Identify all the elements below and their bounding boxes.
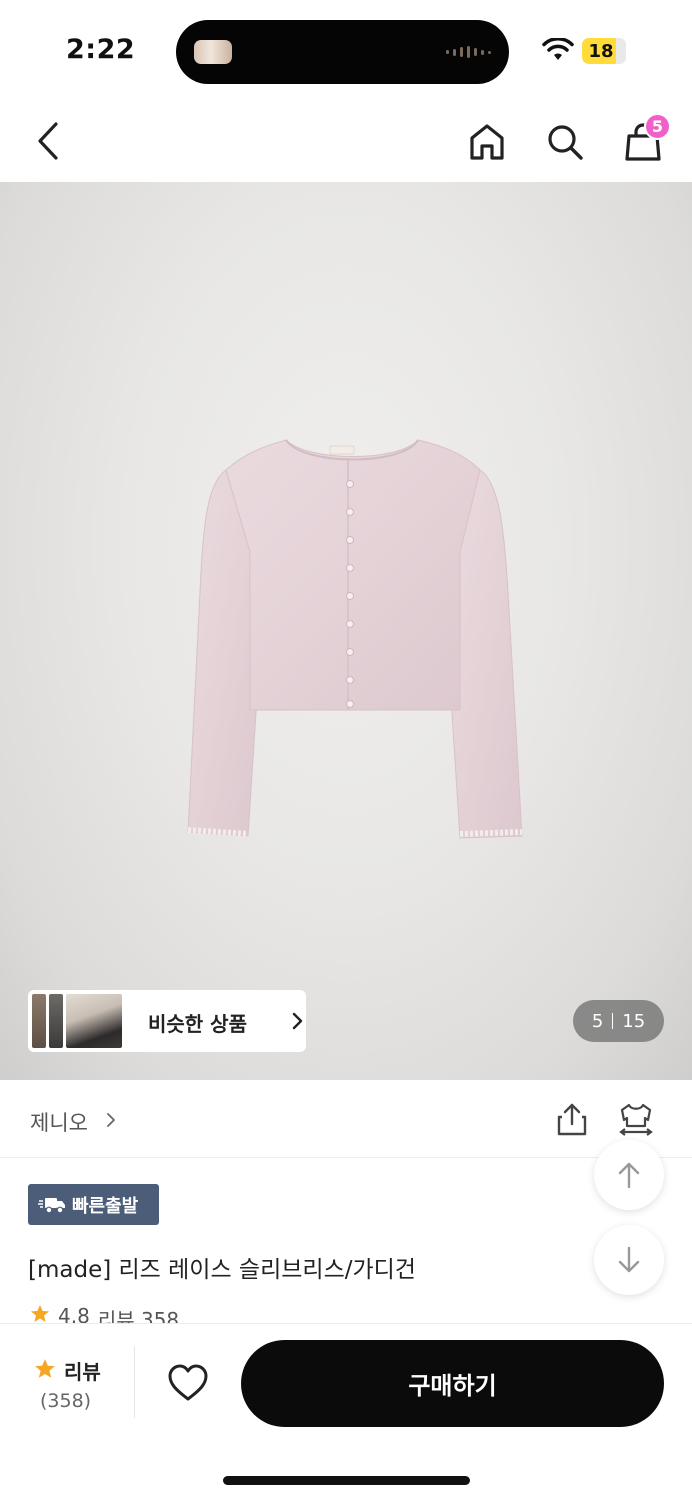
review-button[interactable]: 리뷰 (358) <box>24 1356 134 1418</box>
status-bar: 2:22 18 <box>0 0 692 100</box>
similar-products-button[interactable]: 비슷한 상품 <box>28 990 306 1052</box>
top-nav: 5 <box>0 100 692 182</box>
product-image-gallery[interactable]: 비슷한 상품 5 15 <box>0 182 692 1080</box>
image-page-indicator: 5 15 <box>573 1000 664 1042</box>
product-photo-cardigan <box>187 439 523 839</box>
scroll-down-button[interactable] <box>594 1225 664 1295</box>
wifi-icon <box>542 38 574 60</box>
fast-shipping-label: 빠른출발 <box>72 1195 139 1217</box>
review-count: (358) <box>40 1390 92 1412</box>
buy-button[interactable]: 구매하기 <box>241 1340 664 1427</box>
share-icon[interactable] <box>556 1102 588 1136</box>
divider <box>134 1346 135 1418</box>
dynamic-island <box>176 20 509 84</box>
heart-icon[interactable] <box>166 1362 210 1406</box>
brand-row: 제니오 <box>0 1080 692 1158</box>
brand-name-link[interactable]: 제니오 <box>30 1107 88 1137</box>
battery-indicator: 18 <box>582 38 626 64</box>
cart-count-badge: 5 <box>644 113 671 140</box>
status-time: 2:22 <box>66 34 136 65</box>
truck-icon <box>38 1197 65 1213</box>
battery-level: 18 <box>588 40 614 62</box>
hanger-icon[interactable] <box>618 1102 654 1136</box>
home-indicator[interactable] <box>223 1476 470 1485</box>
bottom-action-bar: 리뷰 (358) 구매하기 <box>0 1323 692 1500</box>
search-icon[interactable] <box>546 122 584 162</box>
audio-wave-icon <box>446 46 491 58</box>
fast-shipping-badge: 빠른출발 <box>28 1184 159 1225</box>
similar-products-thumbnails <box>32 994 126 1048</box>
star-icon <box>35 1359 55 1378</box>
scroll-up-button[interactable] <box>594 1140 664 1210</box>
total-pages: 15 <box>622 1010 646 1032</box>
home-icon[interactable] <box>468 122 506 162</box>
arrow-down-icon <box>618 1246 640 1273</box>
star-icon <box>31 1305 49 1322</box>
now-playing-thumbnail <box>194 40 232 64</box>
similar-products-label: 비슷한 상품 <box>148 1012 247 1036</box>
chevron-right-icon[interactable] <box>106 1112 116 1128</box>
product-title: [made] 리즈 레이스 슬리브리스/가디건 <box>28 1257 416 1283</box>
current-page: 5 <box>591 1010 604 1032</box>
arrow-up-icon <box>618 1162 640 1189</box>
chevron-right-icon <box>292 1012 303 1030</box>
review-label: 리뷰 <box>64 1360 101 1384</box>
page-separator <box>612 1013 614 1029</box>
back-icon[interactable] <box>34 120 64 162</box>
